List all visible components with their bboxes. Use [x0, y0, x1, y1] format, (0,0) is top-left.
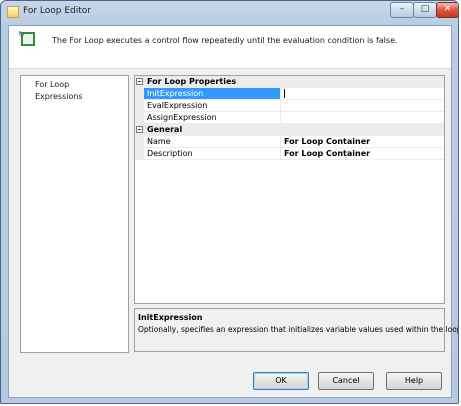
property-name: InitExpression [144, 88, 281, 99]
nav-item-expressions[interactable]: Expressions [35, 92, 83, 101]
header-description: The For Loop executes a control flow rep… [52, 36, 398, 45]
maximize-button[interactable]: □ [413, 2, 437, 18]
property-description-pane: InitExpression Optionally, specifies an … [134, 308, 458, 352]
collapse-icon[interactable] [136, 78, 143, 85]
category-label: General [147, 125, 183, 134]
category-general[interactable]: General [135, 124, 444, 136]
assign-expression-input[interactable] [282, 112, 444, 123]
for-loop-editor-window: For Loop Editor – □ ✕ ↻ The For Loop exe… [0, 0, 459, 404]
property-name: AssignExpression [144, 112, 281, 123]
minimize-button[interactable]: – [390, 2, 414, 18]
category-label: For Loop Properties [147, 77, 237, 86]
dialog-header: ↻ The For Loop executes a control flow r… [9, 26, 451, 69]
nav-item-for-loop[interactable]: For Loop [35, 80, 69, 89]
property-grid: For Loop Properties InitExpression EvalE… [134, 75, 445, 304]
collapse-icon[interactable] [136, 126, 143, 133]
description-text: Optionally, specifies an expression that… [138, 325, 459, 334]
property-row-eval-expression[interactable]: EvalExpression [135, 100, 444, 112]
property-row-name[interactable]: Name For Loop Container [135, 136, 444, 148]
name-value[interactable]: For Loop Container [282, 136, 444, 147]
property-row-description[interactable]: Description For Loop Container [135, 148, 444, 160]
init-expression-input[interactable] [282, 88, 444, 99]
dialog-client-area: ↻ The For Loop executes a control flow r… [8, 25, 458, 398]
cancel-button[interactable]: Cancel [318, 372, 374, 390]
navigation-pane: For Loop Expressions [20, 75, 129, 353]
ok-button[interactable]: OK [253, 372, 309, 390]
description-value[interactable]: For Loop Container [282, 148, 444, 159]
property-name: Name [144, 136, 281, 147]
for-loop-container-icon: ↻ [18, 30, 35, 46]
eval-expression-input[interactable] [282, 100, 444, 111]
text-caret [284, 89, 285, 98]
window-title: For Loop Editor [23, 6, 92, 16]
property-row-init-expression[interactable]: InitExpression [135, 88, 444, 100]
category-for-loop-properties[interactable]: For Loop Properties [135, 76, 444, 88]
property-name: EvalExpression [144, 100, 281, 111]
help-button[interactable]: Help [386, 372, 442, 390]
property-name: Description [144, 148, 281, 159]
title-bar[interactable]: For Loop Editor – □ ✕ [1, 1, 458, 25]
window-app-icon [7, 6, 19, 18]
loop-arrow-icon: ↻ [18, 30, 25, 39]
property-row-assign-expression[interactable]: AssignExpression [135, 112, 444, 124]
close-button[interactable]: ✕ [436, 2, 458, 18]
description-title: InitExpression [138, 313, 203, 322]
